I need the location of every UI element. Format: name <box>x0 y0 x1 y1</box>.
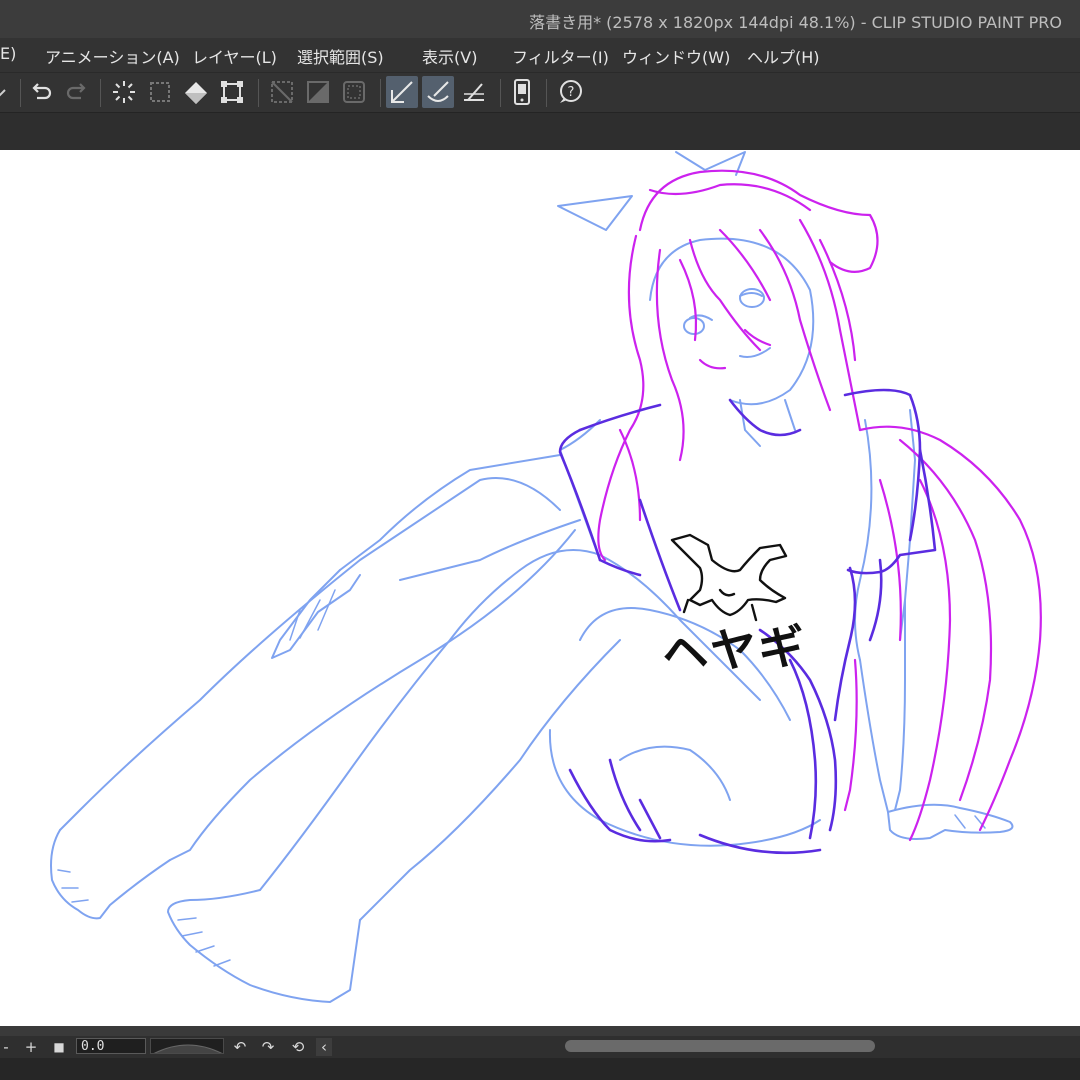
menu-animation[interactable]: アニメーション(A) <box>45 44 180 68</box>
shirt-text: ヘヤギ <box>660 619 808 681</box>
canvas-bottom-edge <box>0 1026 1080 1036</box>
window-title: 落書き用* (2578 x 1820px 144dpi 48.1%) - CLI… <box>529 13 1062 32</box>
smartphone-icon[interactable] <box>506 76 538 108</box>
zoom-in-button[interactable]: + <box>22 1038 40 1056</box>
title-bar: 落書き用* (2578 x 1820px 144dpi 48.1%) - CLI… <box>0 0 1080 38</box>
snap-ruler-icon[interactable] <box>386 76 418 108</box>
invert-selection-icon[interactable] <box>302 76 334 108</box>
toolbar-separator <box>100 79 101 107</box>
rotate-right-button[interactable]: ↷ <box>258 1038 278 1056</box>
toolbar-separator <box>258 79 259 107</box>
dropdown-arrow-icon[interactable] <box>0 76 12 108</box>
menu-bar: E) アニメーション(A) レイヤー(L) 選択範囲(S) 表示(V) フィルタ… <box>0 38 1080 72</box>
zoom-out-button[interactable]: - <box>0 1038 12 1056</box>
scroll-left-button[interactable]: ‹ <box>316 1038 332 1056</box>
command-bar: ? <box>0 72 1080 113</box>
menu-selection[interactable]: 選択範囲(S) <box>297 44 384 68</box>
drawing-canvas[interactable]: ヘヤギ <box>0 150 1080 1026</box>
stop-button[interactable]: ■ <box>50 1038 68 1056</box>
menu-layer[interactable]: レイヤー(L) <box>192 44 277 68</box>
svg-text:?: ? <box>568 85 575 100</box>
zoom-value-field[interactable]: 0.0 <box>76 1038 146 1054</box>
help-bubble-icon[interactable]: ? <box>554 76 586 108</box>
transform-icon[interactable] <box>216 76 248 108</box>
toolbar-separator <box>546 79 547 107</box>
scrollbar-thumb[interactable] <box>565 1040 875 1052</box>
fill-bucket-icon[interactable] <box>180 76 212 108</box>
bottom-panel-strip <box>0 1058 1080 1080</box>
menu-help[interactable]: ヘルプ(H) <box>747 44 820 68</box>
horizontal-scrollbar[interactable] <box>335 1039 1075 1053</box>
menu-view[interactable]: 表示(V) <box>422 44 477 68</box>
toolbar-separator <box>380 79 381 107</box>
selection-dotted-icon[interactable] <box>144 76 176 108</box>
rotate-left-button[interactable]: ↶ <box>230 1038 250 1056</box>
rotation-slider[interactable] <box>150 1038 224 1054</box>
tab-bar <box>0 112 1080 151</box>
snap-grid-icon[interactable] <box>458 76 490 108</box>
loading-spinner-icon[interactable] <box>108 76 140 108</box>
selection-border-icon[interactable] <box>338 76 370 108</box>
menu-edit[interactable]: E) <box>0 44 16 63</box>
toolbar-separator <box>500 79 501 107</box>
clear-selection-icon[interactable] <box>266 76 298 108</box>
status-bar: - + ■ 0.0 ↶ ↷ ⟲ ‹ <box>0 1036 1080 1058</box>
toolbar-separator <box>20 79 21 107</box>
sketch-artwork <box>50 151 1042 1003</box>
menu-window[interactable]: ウィンドウ(W) <box>622 44 730 68</box>
reset-rotation-button[interactable]: ⟲ <box>288 1038 308 1056</box>
snap-special-ruler-icon[interactable] <box>422 76 454 108</box>
undo-icon[interactable] <box>26 76 58 108</box>
menu-filter[interactable]: フィルター(I) <box>512 44 609 68</box>
redo-icon[interactable] <box>60 76 92 108</box>
